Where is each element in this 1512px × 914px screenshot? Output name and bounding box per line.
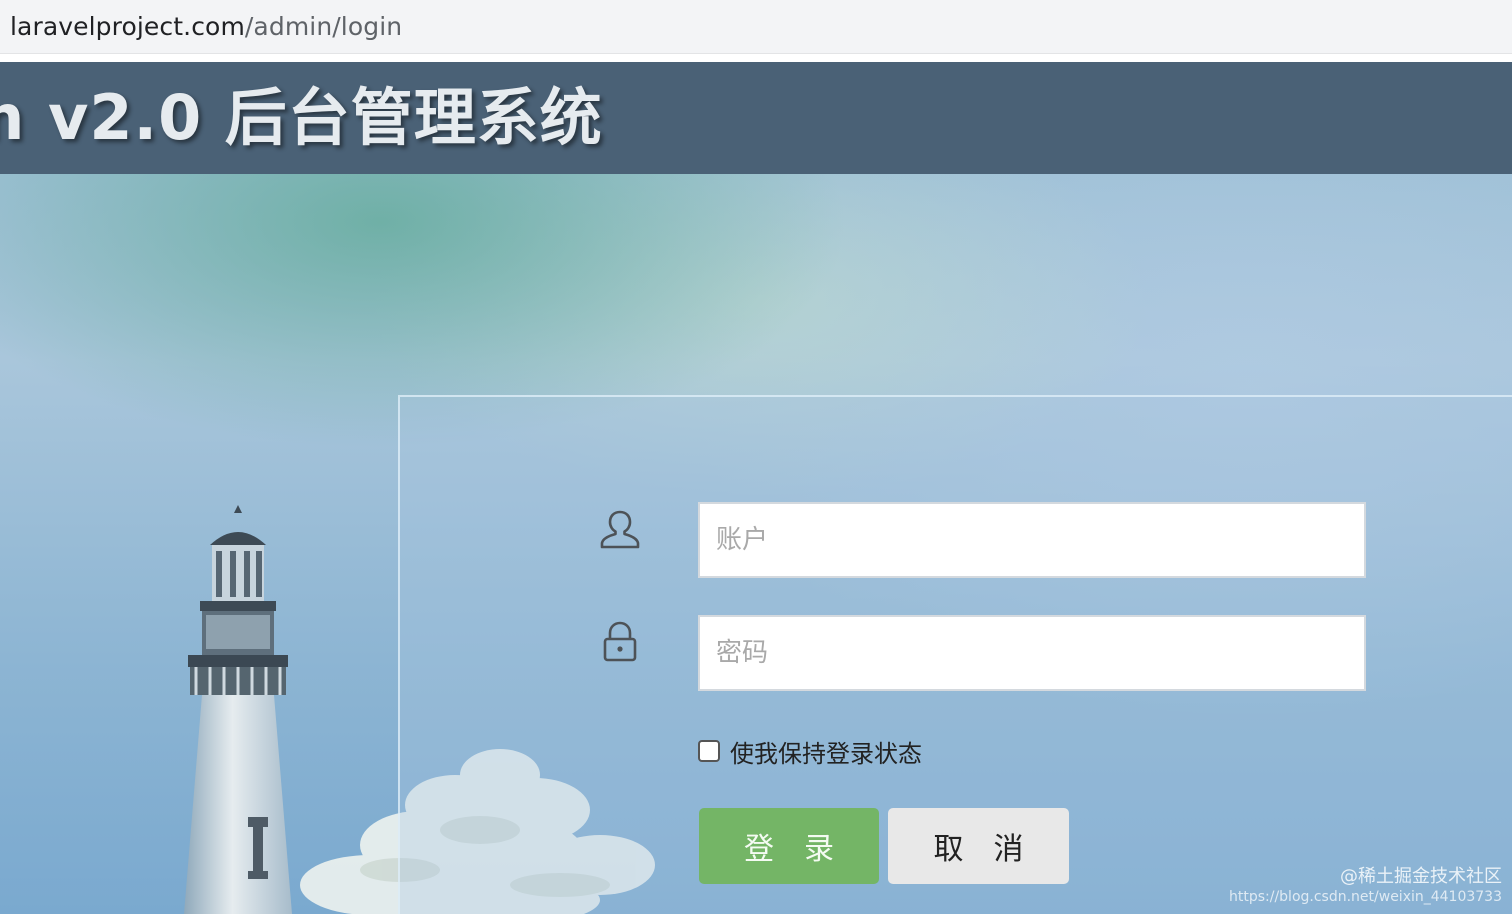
watermark-site: @稀土掘金技术社区: [1340, 866, 1502, 887]
login-button[interactable]: 登录: [699, 808, 879, 884]
app-title: in v2.0 后台管理系统: [0, 81, 603, 154]
remember-label[interactable]: 使我保持登录状态: [730, 734, 922, 769]
watermark: @稀土掘金技术社区 https://blog.csdn.net/weixin_4…: [1229, 866, 1502, 906]
browser-address-bar[interactable]: laravelproject.com/admin/login: [0, 0, 1512, 54]
remember-me[interactable]: 使我保持登录状态: [698, 734, 922, 769]
password-input[interactable]: [698, 615, 1366, 691]
username-input[interactable]: [698, 502, 1366, 578]
lock-icon: [598, 620, 642, 664]
watermark-url: https://blog.csdn.net/weixin_44103733: [1228, 889, 1502, 905]
page-top-gap: [0, 54, 1512, 62]
app-header: in v2.0 后台管理系统: [0, 62, 1512, 174]
url-text[interactable]: laravelproject.com/admin/login: [10, 12, 402, 42]
cancel-button[interactable]: 取消: [888, 808, 1069, 884]
url-host: laravelproject.com: [10, 12, 245, 41]
url-path: /admin/login: [244, 12, 403, 41]
remember-checkbox[interactable]: [698, 740, 720, 762]
user-icon: [598, 507, 642, 551]
